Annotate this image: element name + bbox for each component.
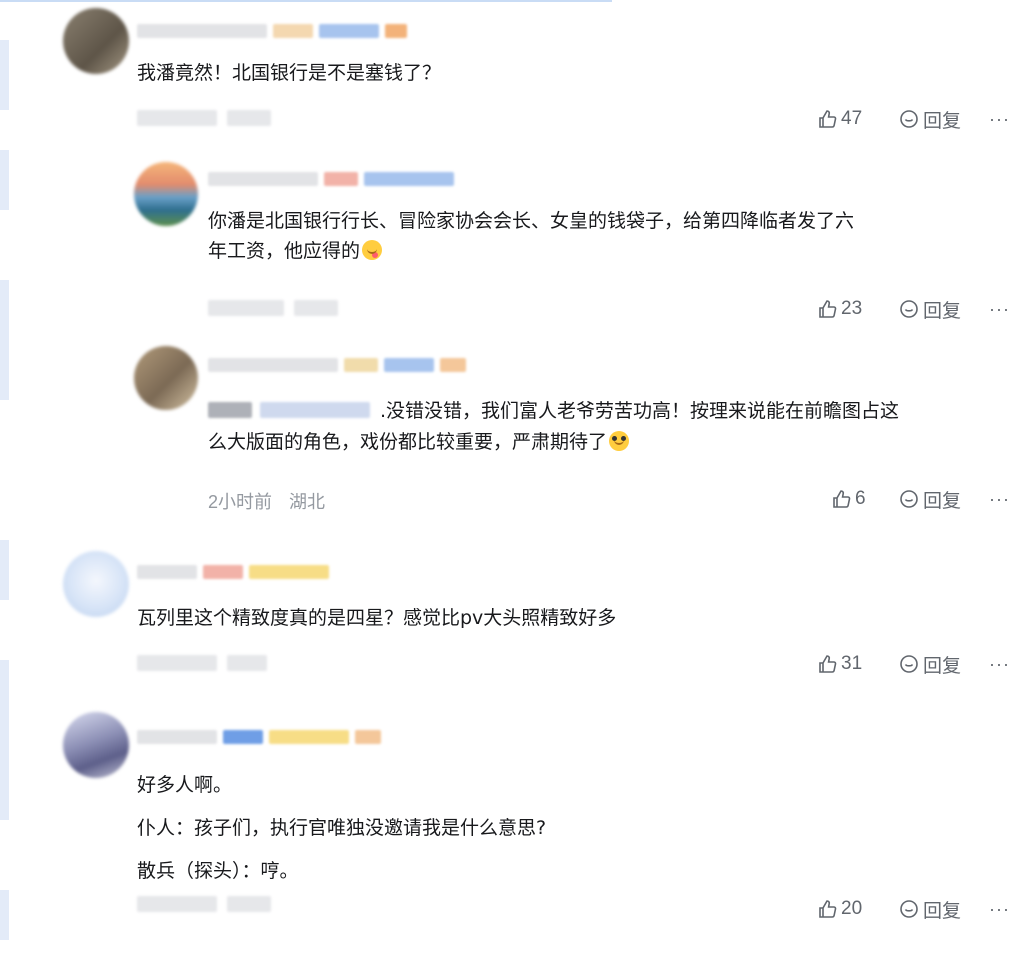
more-button[interactable]: ··· xyxy=(989,299,1010,320)
more-button[interactable]: ··· xyxy=(989,489,1010,510)
comment-item: 瓦列里这个精致度真的是四星？感觉比pv大头照精致好多 31 回复 ··· xyxy=(0,545,1034,695)
comment-item: 好多人啊。 仆人：孩子们，执行官唯独没邀请我是什么意思? 散兵（探头）：哼。 2… xyxy=(0,706,1034,956)
comment-meta: 2小时前 湖北 xyxy=(208,488,325,514)
comment-meta-blurred xyxy=(137,655,267,675)
like-count: 23 xyxy=(841,298,863,319)
more-dots-icon: ··· xyxy=(989,653,1010,674)
reply-item: 你潘是北国银行行长、冒险家协会会长、女皇的钱袋子，给第四降临者发了六 年工资，他… xyxy=(0,150,1034,340)
comment-item: 我潘竟然！北国银行是不是塞钱了？ 47 回复 ··· xyxy=(0,0,1034,150)
reply-bubble-icon xyxy=(900,900,918,918)
avatar[interactable] xyxy=(63,551,129,617)
username-blurred[interactable] xyxy=(137,565,329,581)
thumbs-up-icon xyxy=(819,110,837,128)
avatar[interactable] xyxy=(134,346,198,410)
comment-time: 2小时前 xyxy=(208,492,273,512)
thumbs-up-icon xyxy=(819,900,837,918)
comment-actions: 20 回复 ··· xyxy=(817,896,1010,922)
avatar[interactable] xyxy=(63,712,129,778)
like-count: 6 xyxy=(855,488,866,509)
reply-button[interactable]: 回复 xyxy=(899,896,961,923)
comment-text: 好多人啊。 仆人：孩子们，执行官唯独没邀请我是什么意思? 散兵（探头）：哼。 xyxy=(137,774,547,882)
comment-text: 你潘是北国银行行长、冒险家协会会长、女皇的钱袋子，给第四降临者发了六 年工资，他… xyxy=(208,210,855,262)
like-count: 31 xyxy=(841,653,863,674)
reply-button[interactable]: 回复 xyxy=(899,486,961,513)
thumbs-up-icon xyxy=(819,655,837,673)
more-button[interactable]: ··· xyxy=(989,654,1010,675)
reply-button[interactable]: 回复 xyxy=(899,651,961,678)
more-dots-icon: ··· xyxy=(989,488,1010,509)
like-count: 47 xyxy=(841,108,863,129)
comment-location: 湖北 xyxy=(289,492,326,512)
thumbs-up-icon xyxy=(819,300,837,318)
comment-actions: 31 回复 ··· xyxy=(817,651,1010,677)
more-button[interactable]: ··· xyxy=(989,109,1010,130)
comment-meta-blurred xyxy=(208,300,338,320)
like-button[interactable]: 6 xyxy=(831,488,871,510)
comment-meta-blurred xyxy=(137,896,271,916)
more-button[interactable]: ··· xyxy=(989,899,1010,920)
mention-blurred[interactable] xyxy=(208,397,378,427)
like-button[interactable]: 47 xyxy=(817,108,871,130)
avatar[interactable] xyxy=(134,162,198,226)
username-blurred[interactable] xyxy=(208,172,454,188)
tongue-emoji-icon xyxy=(362,240,383,260)
reply-button[interactable]: 回复 xyxy=(899,106,961,133)
like-button[interactable]: 23 xyxy=(817,298,871,320)
more-dots-icon: ··· xyxy=(989,108,1010,129)
username-blurred[interactable] xyxy=(137,730,381,746)
more-dots-icon: ··· xyxy=(989,298,1010,319)
like-button[interactable]: 20 xyxy=(817,898,871,920)
comment-actions: 23 回复 ··· xyxy=(817,296,1010,322)
reply-bubble-icon xyxy=(900,300,918,318)
reply-bubble-icon xyxy=(900,490,918,508)
reply-item: .没错没错，我们富人老爷劳苦功高！按理来说能在前瞻图占这 么大版面的角色，戏份都… xyxy=(0,340,1034,530)
thumbs-up-icon xyxy=(833,490,851,508)
avatar[interactable] xyxy=(63,8,129,74)
comment-text: 瓦列里这个精致度真的是四星？感觉比pv大头照精致好多 xyxy=(137,607,617,629)
comment-meta-blurred xyxy=(137,110,271,130)
like-count: 20 xyxy=(841,898,863,919)
reply-bubble-icon xyxy=(900,110,918,128)
comment-text: 我潘竟然！北国银行是不是塞钱了？ xyxy=(137,62,442,84)
like-button[interactable]: 31 xyxy=(817,653,871,675)
comment-text: .没错没错，我们富人老爷劳苦功高！按理来说能在前瞻图占这 么大版面的角色，戏份都… xyxy=(208,396,1018,457)
username-blurred[interactable] xyxy=(137,24,407,40)
comment-actions: 6 回复 ··· xyxy=(831,486,1010,512)
more-dots-icon: ··· xyxy=(989,898,1010,919)
comment-actions: 47 回复 ··· xyxy=(817,106,1010,132)
username-blurred[interactable] xyxy=(208,358,466,374)
pleading-emoji-icon xyxy=(609,430,630,451)
reply-bubble-icon xyxy=(900,655,918,673)
reply-button[interactable]: 回复 xyxy=(899,296,961,323)
